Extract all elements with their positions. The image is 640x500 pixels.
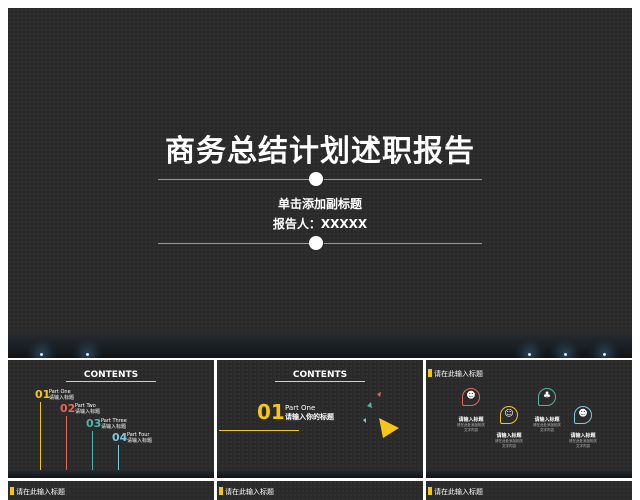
part-name: Part One	[285, 404, 316, 412]
slide-thumbnail-bottom-1[interactable]: 请在此输入标题	[8, 481, 214, 500]
slide-thumbnail-contents-1[interactable]: CONTENTS 01 Part One 请输入标题 02 Part Two 请…	[8, 360, 214, 478]
user-icon: ☻	[574, 406, 592, 424]
divider-left-top	[158, 179, 316, 180]
presenter-icon: ☺	[500, 406, 518, 424]
main-slide-preview[interactable]: 商务总结计划述职报告 单击添加副标题 报告人：XXXXX	[8, 8, 632, 358]
icon-desc: 请在此处添加相关	[569, 439, 597, 443]
slide-title: 商务总结计划述职报告	[165, 134, 475, 169]
stage-light	[564, 353, 567, 356]
divider-dot-top	[309, 172, 323, 186]
triangle-small	[377, 392, 381, 397]
part-underline	[219, 430, 299, 431]
icon-desc: 文字内容	[576, 444, 590, 448]
stage-floor	[217, 470, 423, 478]
header-accent-bar	[428, 487, 432, 495]
slide-subtitle: 单击添加副标题	[277, 197, 362, 211]
item-line	[66, 416, 67, 472]
icon-desc: 文字内容	[464, 428, 478, 432]
item-label: 请输入标题	[75, 409, 101, 415]
contents-heading: CONTENTS	[292, 370, 348, 380]
stage-light	[86, 353, 89, 356]
slide-thumbnail-icons[interactable]: 请在此输入标题 ☻ 请输入标题 请在此处添加相关 文字内容 ☺ 请输入标题 请在…	[426, 360, 632, 478]
part-title: 请输入你的标题	[285, 413, 334, 421]
contents-underline	[66, 381, 156, 382]
item-line	[92, 431, 93, 472]
divider-right-top	[324, 179, 482, 180]
item-number: 03	[86, 417, 102, 430]
contents-heading: CONTENTS	[83, 370, 139, 380]
header-accent-bar	[219, 487, 223, 495]
item-number: 04	[112, 431, 128, 444]
slide-header: 请在此输入标题	[434, 488, 483, 496]
divider-dot-bottom	[309, 236, 323, 250]
stage-floor	[8, 334, 632, 358]
stage-light	[528, 353, 531, 356]
item-label: 请输入标题	[49, 395, 75, 401]
icon-label: 请输入标题	[570, 433, 596, 439]
stage-floor	[426, 470, 632, 478]
stage-light	[603, 353, 606, 356]
slide-reporter: 报告人：XXXXX	[272, 217, 368, 231]
icon-desc: 文字内容	[502, 444, 516, 448]
item-line	[40, 402, 41, 472]
header-accent-bar	[10, 487, 14, 495]
contents-underline	[275, 381, 365, 382]
icon-label: 请输入标题	[496, 433, 522, 439]
icon-label: 请输入标题	[458, 417, 484, 423]
slide-thumbnail-bottom-3[interactable]: 请在此输入标题	[426, 481, 632, 500]
item-label: 请输入标题	[101, 424, 127, 430]
icon-label: 请输入标题	[534, 417, 560, 423]
triangle-small	[363, 418, 366, 423]
person-icon: ☻	[462, 388, 480, 406]
slide-thumbnail-bottom-2[interactable]: 请在此输入标题	[217, 481, 423, 500]
header-accent-bar	[428, 369, 432, 377]
triangle-large	[379, 418, 399, 438]
triangle-small	[367, 402, 372, 408]
team-icon: ♣	[538, 388, 556, 406]
slide-header: 请在此输入标题	[16, 488, 65, 496]
item-label: 请输入标题	[127, 438, 153, 444]
item-line	[118, 445, 119, 472]
decorative-triangles	[363, 392, 399, 438]
icon-desc: 请在此处添加相关	[533, 423, 561, 427]
icon-desc: 请在此处添加相关	[495, 439, 523, 443]
divider-right-bottom	[324, 243, 482, 244]
part-number: 01	[257, 400, 285, 424]
stage-floor	[8, 470, 214, 478]
icon-desc: 请在此处添加相关	[457, 423, 485, 427]
icon-desc: 文字内容	[540, 428, 554, 432]
item-number: 02	[60, 402, 76, 415]
stage-light	[40, 353, 43, 356]
slide-header: 请在此输入标题	[225, 488, 274, 496]
slide-thumbnail-contents-2[interactable]: CONTENTS 01 Part One 请输入你的标题	[217, 360, 423, 478]
divider-left-bottom	[158, 243, 316, 244]
slide-header: 请在此输入标题	[434, 370, 483, 378]
